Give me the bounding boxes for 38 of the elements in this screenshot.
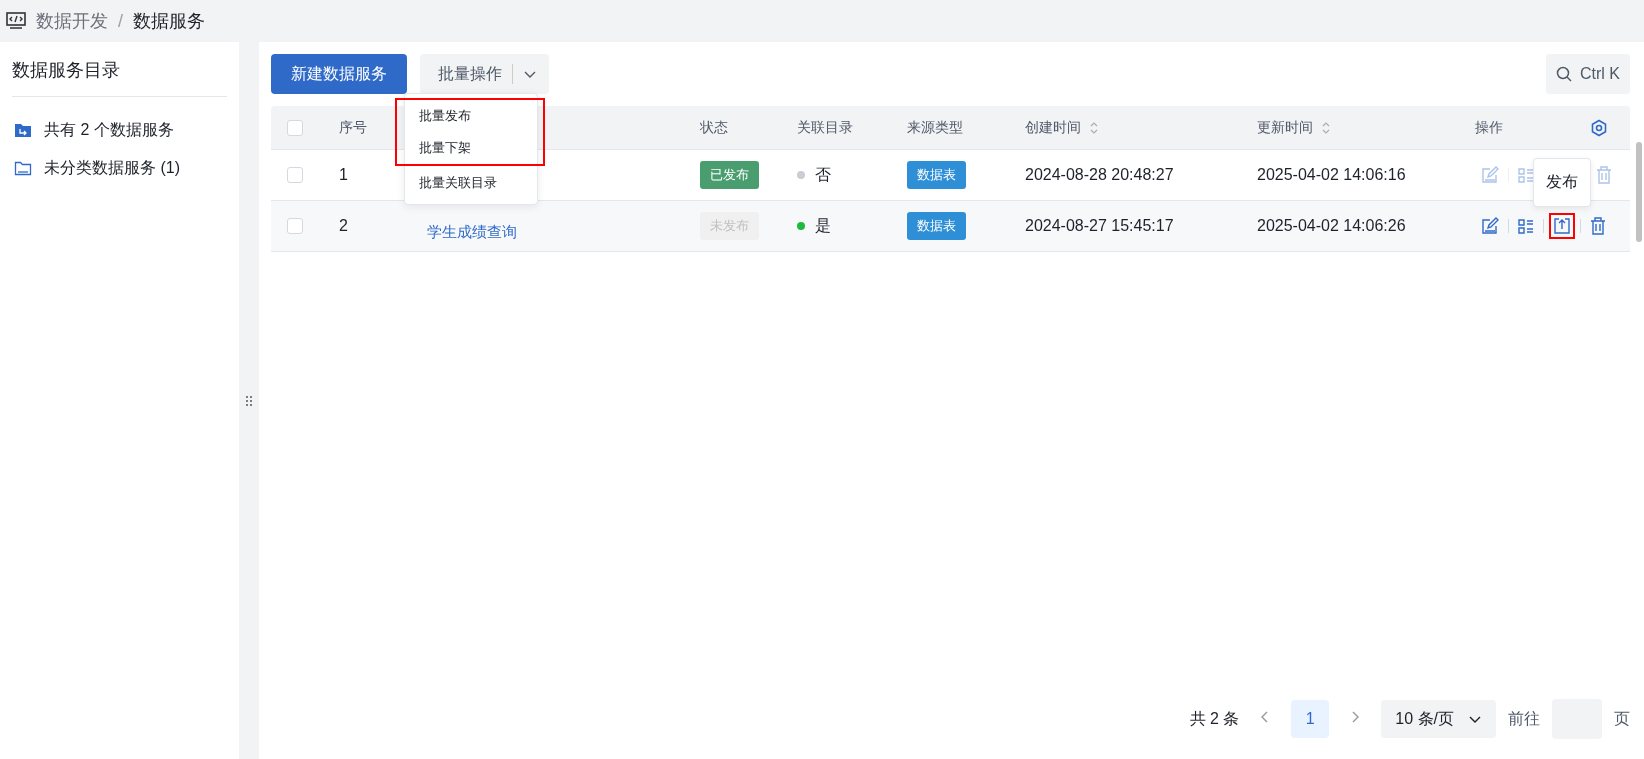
table-cell-text: 2 <box>339 217 349 235</box>
page-button[interactable]: 1 <box>1291 700 1330 738</box>
column-header: 创建时间 <box>1025 118 1081 137</box>
breadcrumb-separator: / <box>118 10 123 32</box>
sidebar-item[interactable]: 共有 2 个数据服务 <box>44 119 174 141</box>
status-tag: 已发布 <box>700 161 759 189</box>
batch-dropdown-button[interactable]: 批量操作 <box>420 54 549 94</box>
source-tag: 数据表 <box>907 161 966 189</box>
column-header: 来源类型 <box>907 118 963 137</box>
goto-label: 前往 <box>1508 708 1540 729</box>
column-header: 序号 <box>339 118 367 137</box>
total-count: 共 2 条 <box>1189 708 1240 729</box>
column-header: 操作 <box>1475 118 1503 137</box>
table-cell-text: 2025-04-02 14:06:16 <box>1257 166 1407 184</box>
table-cell-text: 2024-08-28 20:48:27 <box>1025 166 1175 184</box>
table-cell-text: 2025-04-02 14:06:26 <box>1257 217 1407 235</box>
table-cell-text: 2024-08-27 15:45:17 <box>1025 217 1175 235</box>
breadcrumb-item[interactable]: 数据开发 <box>36 9 108 33</box>
sidebar-item[interactable]: 未分类数据服务 (1) <box>44 157 180 179</box>
tooltip: 发布 <box>1533 158 1591 207</box>
sidebar-title: 数据服务目录 <box>12 42 227 97</box>
shortcut-label: Ctrl K <box>1580 65 1620 83</box>
column-header: 关联目录 <box>797 118 853 137</box>
table-cell-text: 是 <box>815 215 831 236</box>
breadcrumb-item[interactable]: 数据服务 <box>133 9 205 33</box>
create-button[interactable]: 新建数据服务 <box>271 54 407 94</box>
table-cell-text: 否 <box>815 164 831 185</box>
page-size-select[interactable]: 10 条/页 <box>1381 700 1496 738</box>
column-header: 更新时间 <box>1257 118 1313 137</box>
menu-item[interactable]: 批量发布 <box>395 98 545 132</box>
table-cell-text: 1 <box>339 166 349 184</box>
menu-item[interactable]: 批量关联目录 <box>405 166 537 200</box>
page-unit-label: 页 <box>1614 708 1630 729</box>
service-link[interactable]: 学生成绩查询 <box>427 222 517 240</box>
source-tag: 数据表 <box>907 212 966 240</box>
search-button[interactable]: Ctrl K <box>1546 54 1630 94</box>
menu-item[interactable]: 批量下架 <box>395 132 545 166</box>
column-header: 状态 <box>700 118 728 137</box>
